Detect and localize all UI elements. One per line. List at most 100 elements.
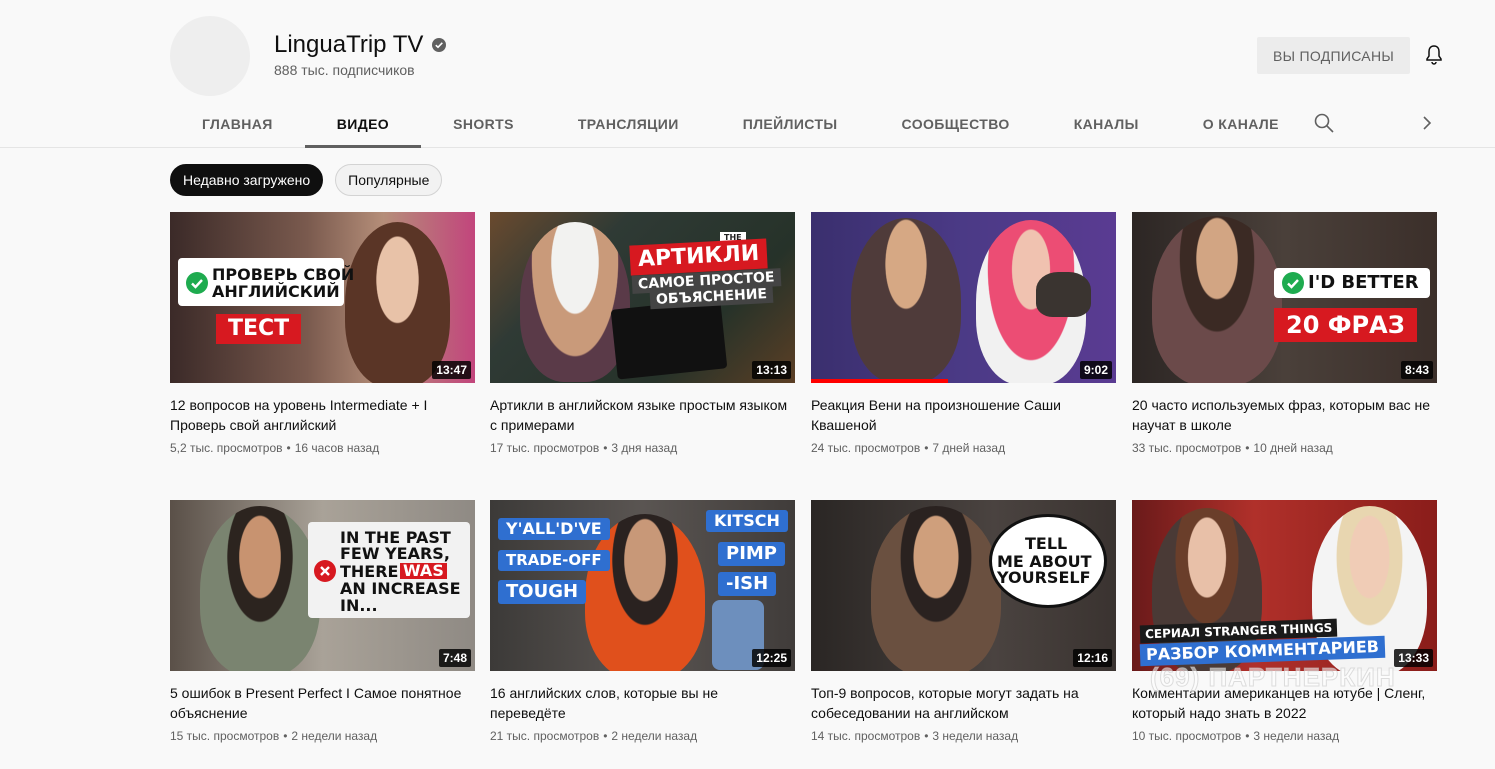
view-count: 17 тыс. просмотров: [490, 441, 600, 455]
thumbnail-text: KITSCH: [706, 510, 788, 532]
thumbnail-text: TOUGH: [498, 580, 587, 604]
view-count: 14 тыс. просмотров: [811, 729, 921, 743]
tab-community[interactable]: СООБЩЕСТВО: [870, 100, 1042, 148]
thumbnail-text: TRADE-OFF: [498, 550, 610, 571]
video-duration: 13:33: [1394, 649, 1433, 667]
tab-live[interactable]: ТРАНСЛЯЦИИ: [546, 100, 711, 148]
channel-tabs: ГЛАВНАЯ ВИДЕО SHORTS ТРАНСЛЯЦИИ ПЛЕЙЛИСТ…: [170, 100, 1311, 148]
video-duration: 7:48: [438, 649, 471, 667]
view-count: 33 тыс. просмотров: [1132, 441, 1242, 455]
chip-recently-uploaded[interactable]: Недавно загружено: [170, 164, 324, 196]
video-duration: 13:13: [752, 361, 791, 379]
thumbnail-person: [520, 222, 630, 382]
video-thumbnail[interactable]: THE АРТИКЛИ САМОЕ ПРОСТОЕ ОБЪЯСНЕНИЕ 13:…: [490, 212, 795, 383]
thumbnail-text: WAS: [400, 563, 447, 579]
x-circle-icon: [314, 560, 336, 582]
channel-header: LinguaTrip TV 888 тыс. подписчиков ВЫ ПО…: [0, 0, 1495, 148]
video-title[interactable]: 20 часто используемых фраз, которым вас …: [1132, 395, 1437, 435]
video-thumbnail[interactable]: Y'ALL'D'VE TRADE-OFF TOUGH KITSCH PIMP -…: [490, 500, 795, 671]
video-thumbnail[interactable]: ПРОВЕРЬ СВОЙ АНГЛИЙСКИЙ ТЕСТ 13:47: [170, 212, 475, 383]
subscriber-count: 888 тыс. подписчиков: [274, 62, 415, 78]
video-card[interactable]: Y'ALL'D'VE TRADE-OFF TOUGH KITSCH PIMP -…: [490, 500, 795, 743]
video-thumbnail[interactable]: I'D BETTER 20 ФРАЗ 8:43: [1132, 212, 1437, 383]
chevron-right-icon[interactable]: [1416, 112, 1438, 134]
view-count: 21 тыс. просмотров: [490, 729, 600, 743]
video-card[interactable]: ПРОВЕРЬ СВОЙ АНГЛИЙСКИЙ ТЕСТ 13:47 12 во…: [170, 212, 475, 455]
thumbnail-text: ПРОВЕРЬ СВОЙ: [212, 265, 355, 284]
thumbnail-text: YOURSELF: [997, 568, 1091, 587]
view-count: 15 тыс. просмотров: [170, 729, 280, 743]
search-icon[interactable]: [1313, 112, 1335, 134]
tab-videos[interactable]: ВИДЕО: [304, 100, 422, 148]
upload-age: 3 недели назад: [932, 729, 1019, 743]
tab-about[interactable]: О КАНАЛЕ: [1171, 100, 1311, 148]
video-card[interactable]: СЕРИАЛ STRANGER THINGS РАЗБОР КОММЕНТАРИ…: [1132, 500, 1437, 743]
verified-check-icon: [432, 38, 447, 52]
thumbnail-person: [345, 222, 450, 383]
chip-popular[interactable]: Популярные: [335, 164, 443, 196]
thumbnail-text: PIMP: [718, 542, 785, 566]
tab-home[interactable]: ГЛАВНАЯ: [170, 100, 305, 148]
video-meta: 5,2 тыс. просмотров • 16 часов назад: [170, 441, 380, 455]
thumbnail-text: 20 ФРАЗ: [1274, 308, 1417, 342]
upload-age: 3 дня назад: [611, 441, 678, 455]
video-meta: 33 тыс. просмотров • 10 дней назад: [1132, 441, 1333, 455]
view-count: 10 тыс. просмотров: [1132, 729, 1242, 743]
channel-name-row: LinguaTrip TV: [274, 31, 447, 59]
thumbnail-text: THERE: [340, 562, 399, 581]
video-thumbnail[interactable]: СЕРИАЛ STRANGER THINGS РАЗБОР КОММЕНТАРИ…: [1132, 500, 1437, 671]
thumbnail-text: AN INCREASE: [340, 579, 461, 598]
thumbnail-text: FEW YEARS,: [340, 544, 450, 563]
thumbnail-text: Y'ALL'D'VE: [498, 518, 610, 540]
video-card[interactable]: TELL ME ABOUT YOURSELF 12:16 Топ-9 вопро…: [811, 500, 1116, 743]
video-thumbnail[interactable]: 9:02: [811, 212, 1116, 383]
thumbnail-text: -ISH: [718, 572, 777, 596]
video-title[interactable]: Артикли в английском языке простым языко…: [490, 395, 795, 435]
video-card[interactable]: 9:02 Реакция Вени на произношение Саши К…: [811, 212, 1116, 455]
video-title[interactable]: Реакция Вени на произношение Саши Квашен…: [811, 395, 1116, 435]
video-title[interactable]: Топ-9 вопросов, которые могут задать на …: [811, 683, 1116, 723]
video-meta: 17 тыс. просмотров • 3 дня назад: [490, 441, 678, 455]
tab-shorts[interactable]: SHORTS: [421, 100, 546, 148]
video-meta: 14 тыс. просмотров • 3 недели назад: [811, 729, 1019, 743]
video-meta: 10 тыс. просмотров • 3 недели назад: [1132, 729, 1340, 743]
video-meta: 21 тыс. просмотров • 2 недели назад: [490, 729, 698, 743]
check-circle-icon: [1282, 272, 1304, 294]
video-title[interactable]: 5 ошибок в Present Perfect I Самое понят…: [170, 683, 475, 723]
video-title[interactable]: 12 вопросов на уровень Intermediate + I …: [170, 395, 475, 435]
thumbnail-text: IN...: [340, 596, 378, 615]
check-circle-icon: [186, 272, 208, 294]
video-duration: 13:47: [432, 361, 471, 379]
video-duration: 12:25: [752, 649, 791, 667]
video-card[interactable]: I'D BETTER 20 ФРАЗ 8:43 20 часто использ…: [1132, 212, 1437, 455]
thumbnail-person: [1152, 216, 1282, 383]
upload-age: 16 часов назад: [294, 441, 380, 455]
video-card[interactable]: THE АРТИКЛИ САМОЕ ПРОСТОЕ ОБЪЯСНЕНИЕ 13:…: [490, 212, 795, 455]
thumbnail-text: АНГЛИЙСКИЙ: [212, 282, 340, 301]
upload-age: 10 дней назад: [1253, 441, 1333, 455]
upload-age: 2 недели назад: [611, 729, 698, 743]
video-title[interactable]: 16 английских слов, которые вы не переве…: [490, 683, 795, 723]
thumbnail-text: I'D BETTER: [1308, 272, 1419, 293]
upload-age: 3 недели назад: [1253, 729, 1340, 743]
thumbnail-text: TELL: [1025, 534, 1068, 553]
video-meta: 15 тыс. просмотров • 2 недели назад: [170, 729, 378, 743]
video-thumbnail[interactable]: TELL ME ABOUT YOURSELF 12:16: [811, 500, 1116, 671]
tab-playlists[interactable]: ПЛЕЙЛИСТЫ: [711, 100, 870, 148]
bell-icon[interactable]: [1422, 43, 1446, 67]
view-count: 5,2 тыс. просмотров: [170, 441, 283, 455]
thumbnail-tablet: [610, 298, 728, 380]
video-duration: 8:43: [1400, 361, 1433, 379]
upload-age: 7 дней назад: [932, 441, 1006, 455]
sort-chips: Недавно загружено Популярные: [170, 164, 443, 196]
video-thumbnail[interactable]: IN THE PAST FEW YEARS, THERE WAS AN INCR…: [170, 500, 475, 671]
thumbnail-cat: [1036, 272, 1091, 317]
channel-avatar[interactable]: [170, 16, 250, 96]
thumbnail-person: [851, 218, 961, 383]
view-count: 24 тыс. просмотров: [811, 441, 921, 455]
watermark-logo: (69) ПАРТНЕРКИН: [1150, 662, 1396, 693]
watch-progress-bar: [811, 379, 949, 383]
subscribed-button[interactable]: ВЫ ПОДПИСАНЫ: [1257, 37, 1410, 74]
tab-channels[interactable]: КАНАЛЫ: [1042, 100, 1171, 148]
video-card[interactable]: IN THE PAST FEW YEARS, THERE WAS AN INCR…: [170, 500, 475, 743]
